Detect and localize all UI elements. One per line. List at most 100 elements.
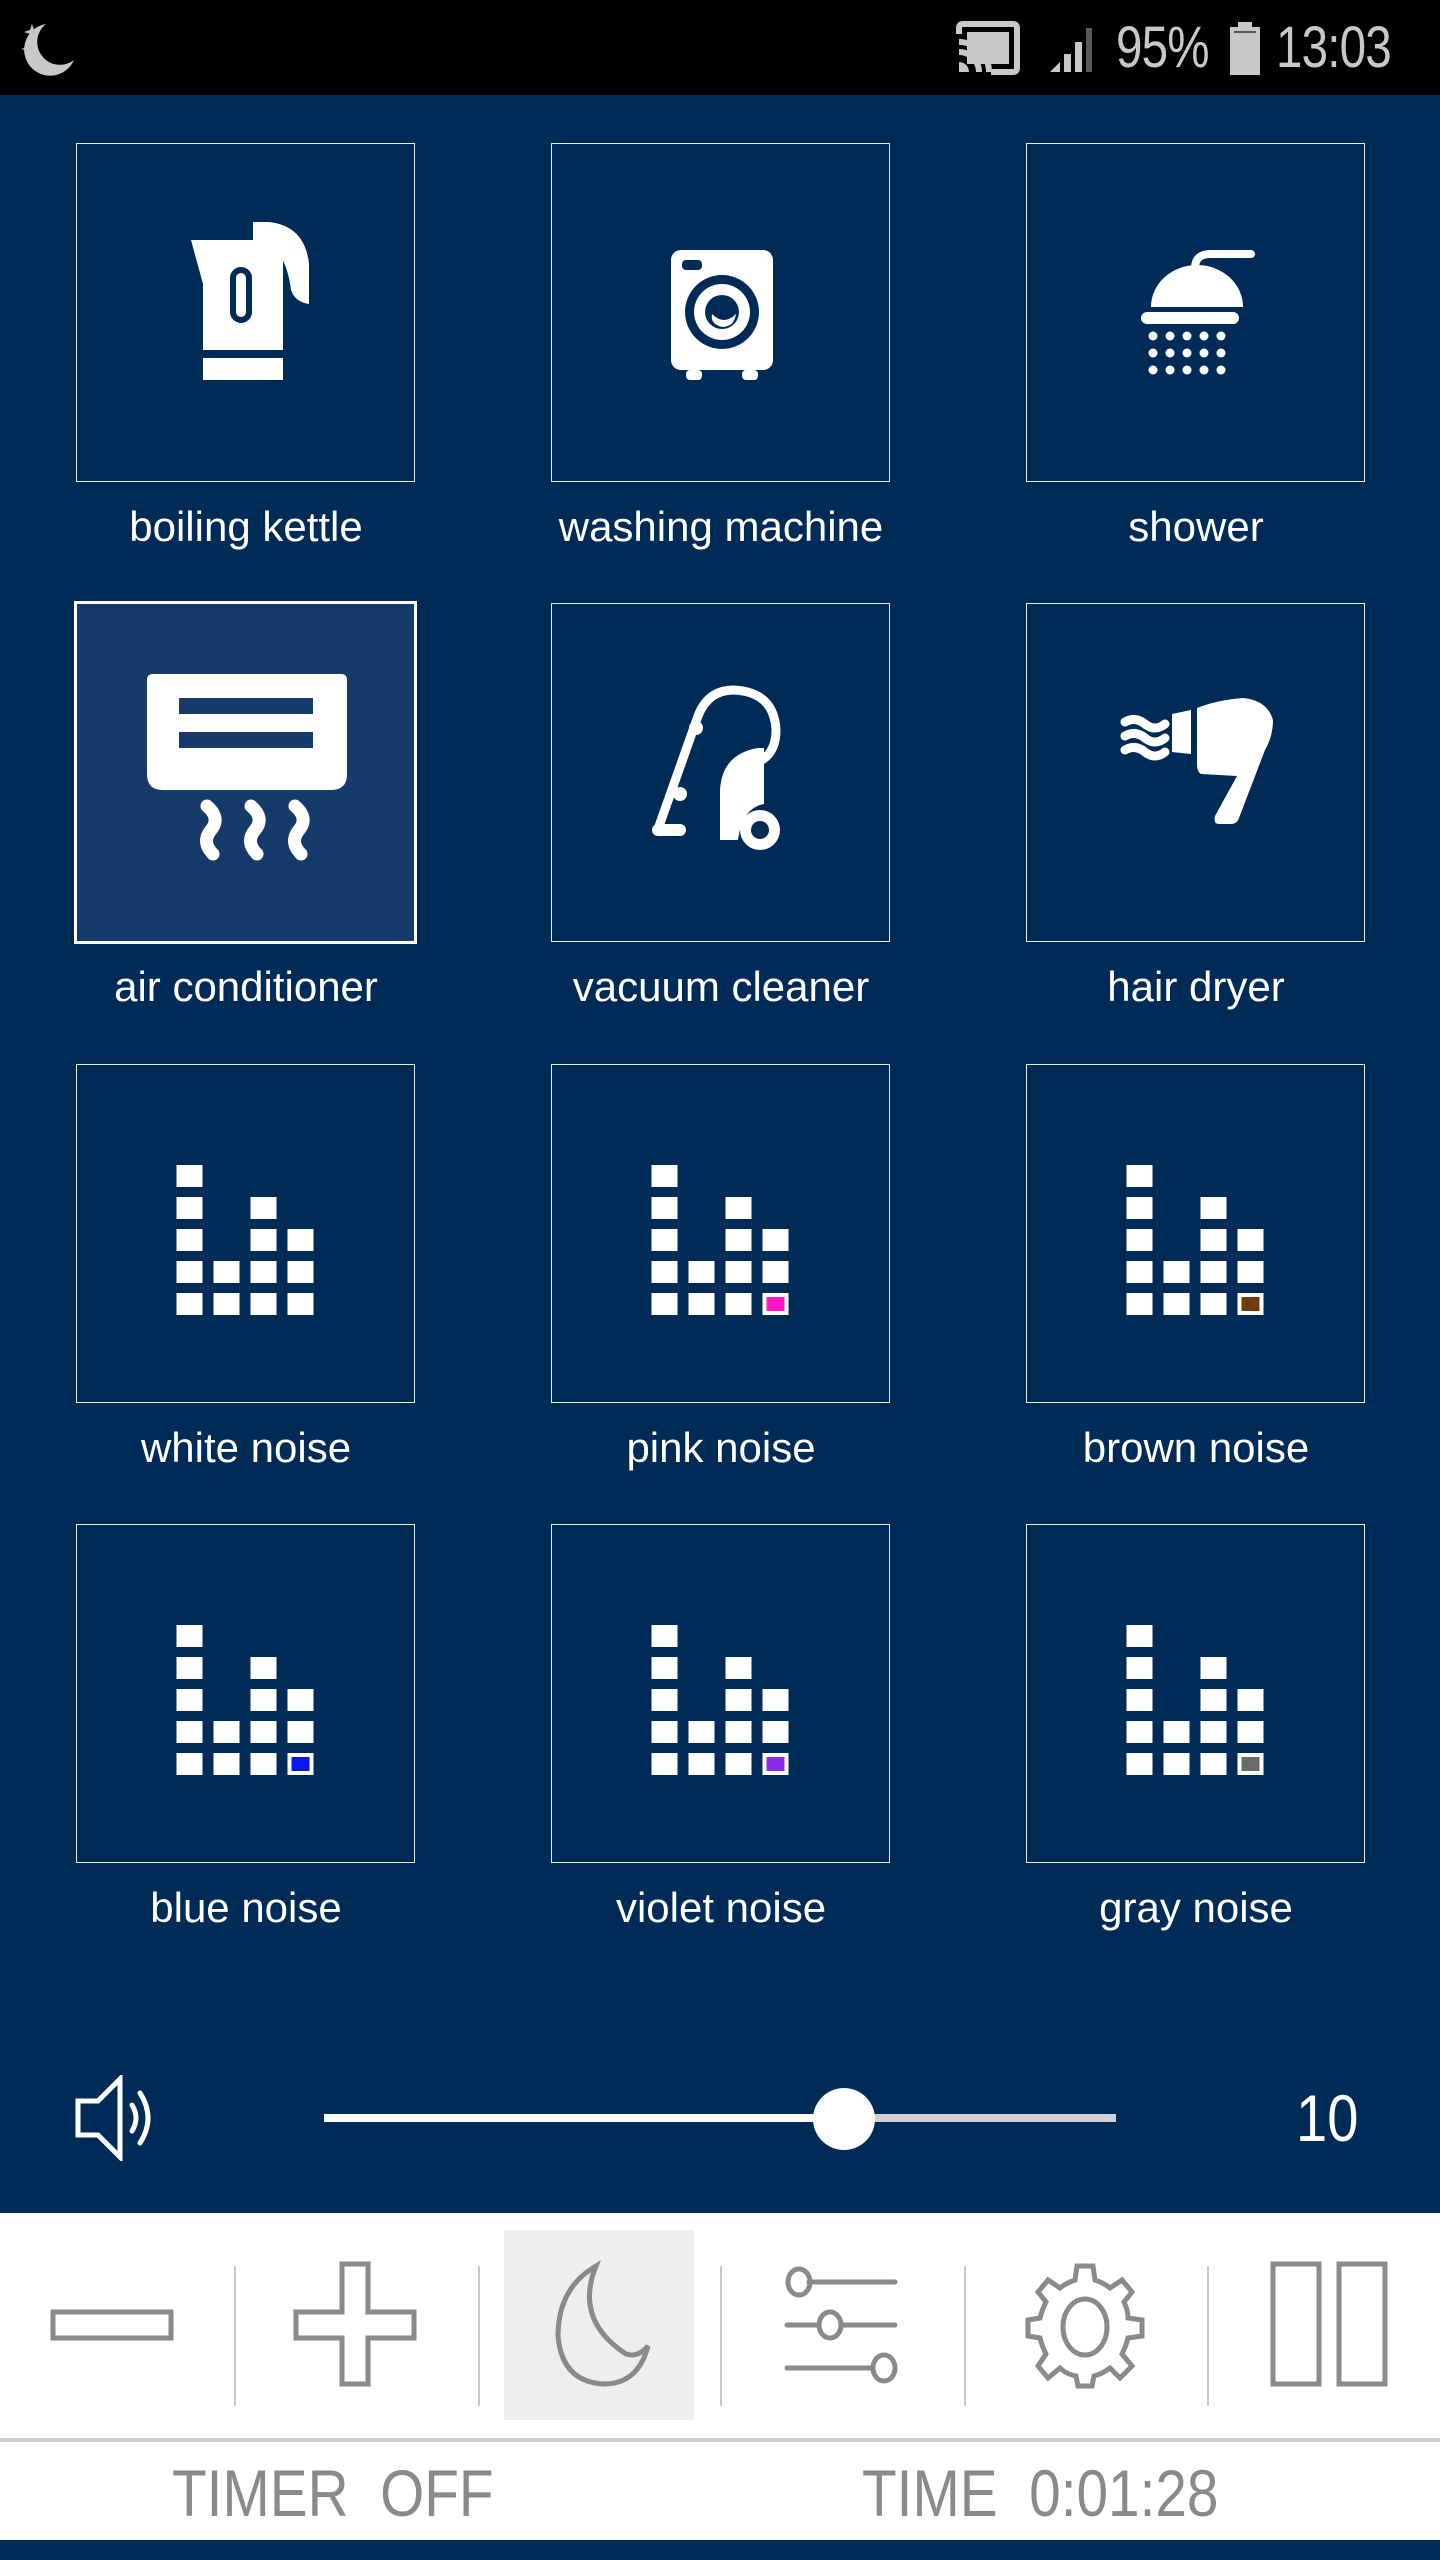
sound-tile-violet-noise[interactable] — [551, 1524, 890, 1863]
sound-tile-air-conditioner[interactable] — [74, 601, 417, 944]
battery-percent: 95% — [1116, 15, 1210, 80]
pause-button[interactable] — [1233, 2230, 1423, 2420]
toolbar-divider — [964, 2266, 966, 2406]
plus-icon — [293, 2261, 417, 2387]
noise-block — [725, 1721, 752, 1743]
noise-block — [287, 1229, 314, 1251]
sound-label: blue noise — [150, 1884, 342, 1931]
sound-tile-gray-noise[interactable] — [1026, 1524, 1365, 1863]
noise-accent-block — [1241, 1757, 1260, 1771]
noise-block — [1126, 1229, 1153, 1251]
decrease-button[interactable] — [17, 2230, 207, 2420]
noise-block — [762, 1721, 789, 1743]
signal-icon — [1050, 28, 1092, 72]
noise-block — [1126, 1261, 1153, 1283]
sound-tile-shower[interactable] — [1026, 143, 1365, 482]
noise-block — [1200, 1657, 1227, 1679]
noise-block — [1163, 1293, 1190, 1315]
volume-slider-thumb[interactable] — [812, 2088, 875, 2150]
noise-bars-icon — [651, 1165, 789, 1315]
noise-block — [1126, 1721, 1153, 1743]
toolbar-divider — [720, 2266, 722, 2406]
noise-bars-icon — [176, 1165, 314, 1315]
noise-block — [176, 1657, 203, 1679]
sound-label: white noise — [140, 1424, 352, 1471]
sound-label: shower — [1128, 503, 1264, 550]
noise-block — [1126, 1753, 1153, 1775]
mixer-button[interactable] — [747, 2230, 937, 2420]
pause-icon — [1270, 2261, 1388, 2387]
volume-value: 10 — [1295, 2081, 1358, 2155]
sound-tile-hair-dryer[interactable] — [1026, 603, 1365, 942]
noise-block — [287, 1293, 314, 1315]
noise-block — [725, 1657, 752, 1679]
sound-tile-pink-noise[interactable] — [551, 1064, 890, 1403]
noise-block — [287, 1721, 314, 1743]
noise-bars-icon — [1126, 1625, 1264, 1775]
sound-item-violet-noise: violet noise — [511, 1524, 931, 1964]
noise-block — [213, 1753, 240, 1775]
noise-block — [688, 1753, 715, 1775]
noise-block — [1163, 1753, 1190, 1775]
noise-block — [1200, 1753, 1227, 1775]
sound-label: gray noise — [1099, 1884, 1293, 1931]
sound-label: air conditioner — [114, 963, 378, 1010]
noise-block — [250, 1293, 277, 1315]
noise-block — [762, 1229, 789, 1251]
sleep-button[interactable] — [504, 2230, 694, 2420]
timer-status[interactable]: TIMER OFF — [172, 2460, 494, 2526]
noise-block — [1126, 1293, 1153, 1315]
sound-tile-vacuum-cleaner[interactable] — [551, 603, 890, 942]
noise-block — [176, 1229, 203, 1251]
noise-block — [651, 1261, 678, 1283]
noise-block — [1126, 1625, 1153, 1647]
sound-item-air-conditioner: air conditioner — [36, 601, 456, 1043]
noise-block — [1126, 1165, 1153, 1187]
increase-button[interactable] — [260, 2230, 450, 2420]
sound-tile-washing-machine[interactable] — [551, 143, 890, 482]
noise-block — [1200, 1293, 1227, 1315]
noise-block — [1200, 1229, 1227, 1251]
sound-item-vacuum-cleaner: vacuum cleaner — [511, 603, 931, 1043]
noise-block — [176, 1689, 203, 1711]
noise-block — [176, 1293, 203, 1315]
noise-accent-block — [766, 1757, 785, 1771]
noise-accent-block — [291, 1757, 310, 1771]
sound-item-pink-noise: pink noise — [511, 1064, 931, 1504]
sound-tile-blue-noise[interactable] — [76, 1524, 415, 1863]
noise-block — [762, 1689, 789, 1711]
noise-block — [250, 1689, 277, 1711]
noise-block — [1237, 1721, 1264, 1743]
sound-tile-white-noise[interactable] — [76, 1064, 415, 1403]
toolbar-divider — [234, 2266, 236, 2406]
volume-slider[interactable] — [324, 2088, 1116, 2150]
gear-icon — [1025, 2263, 1145, 2389]
noise-block — [287, 1689, 314, 1711]
noise-block — [1126, 1689, 1153, 1711]
settings-button[interactable] — [990, 2230, 1180, 2420]
noise-block — [725, 1229, 752, 1251]
minus-icon — [50, 2309, 174, 2341]
noise-block — [250, 1721, 277, 1743]
sound-label: violet noise — [615, 1884, 827, 1931]
sound-item-hair-dryer: hair dryer — [986, 603, 1406, 1043]
bottom-toolbar — [0, 2213, 1440, 2440]
toolbar-divider — [478, 2266, 480, 2406]
noise-block — [1237, 1689, 1264, 1711]
noise-block — [651, 1229, 678, 1251]
speaker-icon[interactable] — [74, 2075, 166, 2161]
noise-block — [250, 1657, 277, 1679]
noise-block — [213, 1721, 240, 1743]
sound-item-gray-noise: gray noise — [986, 1524, 1406, 1964]
noise-block — [1200, 1721, 1227, 1743]
status-bar: 95% 13:03 — [0, 0, 1440, 95]
sound-tile-boiling-kettle[interactable] — [76, 143, 415, 482]
sound-tile-brown-noise[interactable] — [1026, 1064, 1365, 1403]
cast-icon — [956, 21, 1020, 75]
noise-bars-icon — [1126, 1165, 1264, 1315]
noise-block — [651, 1293, 678, 1315]
noise-block — [688, 1721, 715, 1743]
sound-label: boiling kettle — [129, 503, 363, 550]
noise-block — [688, 1293, 715, 1315]
moon-icon — [555, 2260, 651, 2387]
